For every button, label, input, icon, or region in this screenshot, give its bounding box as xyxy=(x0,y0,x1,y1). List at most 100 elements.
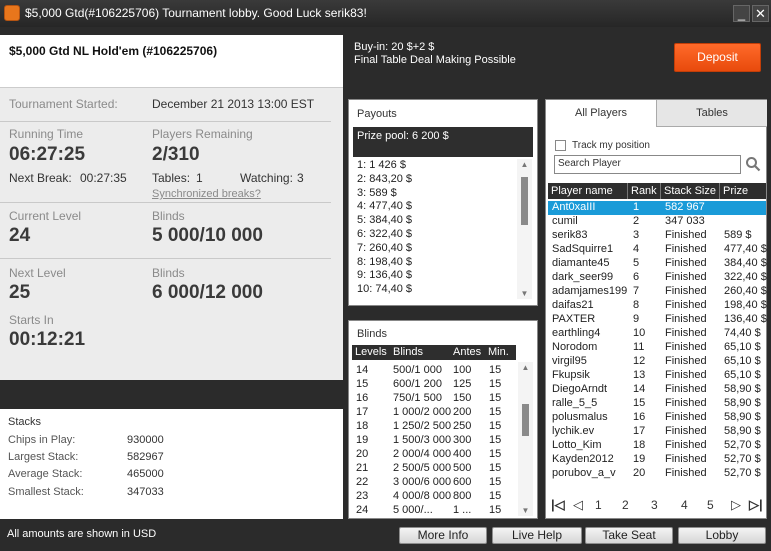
more-info-button[interactable]: More Info xyxy=(399,527,487,544)
page-5[interactable]: 5 xyxy=(707,498,714,512)
blind-minutes: 15 xyxy=(489,504,502,516)
current-blinds-label: Blinds xyxy=(152,209,185,223)
player-row[interactable]: polusmalus 16 Finished 58,90 $ xyxy=(548,411,766,425)
current-level-value: 24 xyxy=(9,225,31,246)
player-stack: Finished xyxy=(665,383,707,395)
scroll-down-icon[interactable]: ▼ xyxy=(519,289,530,298)
player-name: Lotto_Kim xyxy=(552,439,602,451)
players-remaining-value: 2/310 xyxy=(152,144,200,165)
page-4[interactable]: 4 xyxy=(681,498,688,512)
prev-page-icon[interactable]: ◁ xyxy=(573,497,583,513)
take-seat-button[interactable]: Take Seat xyxy=(585,527,673,544)
player-stack: Finished xyxy=(665,243,707,255)
player-row[interactable]: cumil 2 347 033 xyxy=(548,215,766,229)
scroll-up-icon[interactable]: ▲ xyxy=(520,363,531,372)
player-row[interactable]: dark_seer99 6 Finished 322,40 $ xyxy=(548,271,767,285)
player-row[interactable]: Fkupsik 13 Finished 65,10 $ xyxy=(548,369,766,383)
blind-level: 14 xyxy=(356,364,369,376)
scroll-thumb[interactable] xyxy=(522,404,529,436)
blind-level: 24 xyxy=(356,504,369,516)
tournament-name: $5,000 Gtd NL Hold'em (#106225706) xyxy=(9,44,218,58)
search-player-input[interactable]: Search Player xyxy=(554,155,741,174)
blind-ante: 200 xyxy=(453,406,472,418)
player-row[interactable]: diamante45 5 Finished 384,40 $ xyxy=(548,257,767,271)
smallest-stack-value: 347033 xyxy=(127,486,164,498)
player-row[interactable]: porubov_a_v 20 Finished 52,70 $ xyxy=(548,467,766,481)
header-stack-size[interactable]: Stack Size xyxy=(660,183,719,199)
page-1[interactable]: 1 xyxy=(595,498,602,512)
player-name: DiegoArndt xyxy=(552,383,608,395)
synchronized-breaks-link[interactable]: Synchronized breaks? xyxy=(152,188,261,200)
player-name: dark_seer99 xyxy=(552,271,614,283)
window-title: $5,000 Gtd(#106225706) Tournament lobby.… xyxy=(25,6,367,20)
player-name: lychik.ev xyxy=(552,425,595,437)
first-page-icon[interactable]: |◁ xyxy=(551,497,565,513)
deposit-button[interactable]: Deposit xyxy=(674,43,761,72)
blinds-header-levels: Levels xyxy=(352,345,390,360)
search-icon[interactable] xyxy=(745,156,761,172)
player-row[interactable]: adamjames199 7 Finished 260,40 $ xyxy=(548,285,767,299)
scroll-down-icon[interactable]: ▼ xyxy=(520,506,531,515)
blind-amount: 4 000/8 000 xyxy=(393,490,452,502)
next-page-icon[interactable]: ▷ xyxy=(731,497,741,513)
app-logo-icon xyxy=(4,5,20,21)
blind-ante: 100 xyxy=(453,364,472,376)
player-stack: Finished xyxy=(665,439,707,451)
player-prize: 65,10 $ xyxy=(724,369,761,381)
tab-tables[interactable]: Tables xyxy=(656,100,767,127)
live-help-button[interactable]: Live Help xyxy=(492,527,582,544)
header-player-name[interactable]: Player name xyxy=(548,183,627,199)
player-prize: 136,40 $ xyxy=(724,313,767,325)
blind-level: 18 xyxy=(356,420,369,432)
player-row[interactable]: Ant0xaIII 1 582 967 xyxy=(548,201,766,215)
player-row[interactable]: Norodom 11 Finished 65,10 $ xyxy=(548,341,766,355)
header-rank[interactable]: Rank xyxy=(627,183,660,199)
player-row[interactable]: ralle_5_5 15 Finished 58,90 $ xyxy=(548,397,766,411)
blind-ante: 500 xyxy=(453,462,472,474)
tab-all-players[interactable]: All Players xyxy=(546,100,656,127)
player-rank: 7 xyxy=(633,285,640,297)
lobby-button[interactable]: Lobby xyxy=(678,527,766,544)
player-row[interactable]: lychik.ev 17 Finished 58,90 $ xyxy=(548,425,766,439)
player-prize: 58,90 $ xyxy=(724,411,761,423)
blind-minutes: 15 xyxy=(489,434,502,446)
player-row[interactable]: serik83 3 Finished 589 $ xyxy=(548,229,766,243)
header-prize[interactable]: Prize xyxy=(719,183,766,199)
track-position-checkbox[interactable] xyxy=(555,140,566,151)
payout-row: 10: 74,40 $ xyxy=(357,283,413,296)
payouts-scrollbar[interactable]: ▲ ▼ xyxy=(517,159,532,299)
stacks-title: Stacks xyxy=(8,416,42,428)
divider xyxy=(0,121,331,122)
chips-in-play-label: Chips in Play: xyxy=(8,434,76,446)
close-button[interactable]: ✕ xyxy=(752,5,769,22)
scroll-up-icon[interactable]: ▲ xyxy=(519,160,530,169)
player-row[interactable]: PAXTER 9 Finished 136,40 $ xyxy=(548,313,767,327)
payout-row: 5: 384,40 $ xyxy=(357,214,413,227)
blind-level: 22 xyxy=(356,476,369,488)
last-page-icon[interactable]: ▷| xyxy=(749,497,763,513)
player-stack: Finished xyxy=(665,327,707,339)
scroll-thumb[interactable] xyxy=(521,177,528,225)
player-rank: 12 xyxy=(633,355,646,367)
page-3[interactable]: 3 xyxy=(651,498,658,512)
blind-amount: 600/1 200 xyxy=(393,378,442,390)
page-2[interactable]: 2 xyxy=(622,498,629,512)
player-row[interactable]: earthling4 10 Finished 74,40 $ xyxy=(548,327,766,341)
player-row[interactable]: DiegoArndt 14 Finished 58,90 $ xyxy=(548,383,766,397)
player-row[interactable]: virgil95 12 Finished 65,10 $ xyxy=(548,355,766,369)
player-row[interactable]: daifas21 8 Finished 198,40 $ xyxy=(548,299,767,313)
blind-ante: 250 xyxy=(453,420,472,432)
player-stack: Finished xyxy=(665,425,707,437)
blinds-scrollbar[interactable]: ▲ ▼ xyxy=(518,362,533,516)
minimize-button[interactable]: _ xyxy=(733,5,750,22)
blind-minutes: 15 xyxy=(489,406,502,418)
blind-ante: 400 xyxy=(453,448,472,460)
blinds-header-min: Min. xyxy=(485,345,516,360)
player-name: daifas21 xyxy=(552,299,594,311)
payout-row: 7: 260,40 $ xyxy=(357,241,413,254)
player-row[interactable]: Kayden2012 19 Finished 52,70 $ xyxy=(548,453,766,467)
player-name: ralle_5_5 xyxy=(552,397,598,409)
player-row[interactable]: SadSquirre1 4 Finished 477,40 $ xyxy=(548,243,767,257)
blind-amount: 750/1 500 xyxy=(393,392,442,404)
player-row[interactable]: Lotto_Kim 18 Finished 52,70 $ xyxy=(548,439,766,453)
